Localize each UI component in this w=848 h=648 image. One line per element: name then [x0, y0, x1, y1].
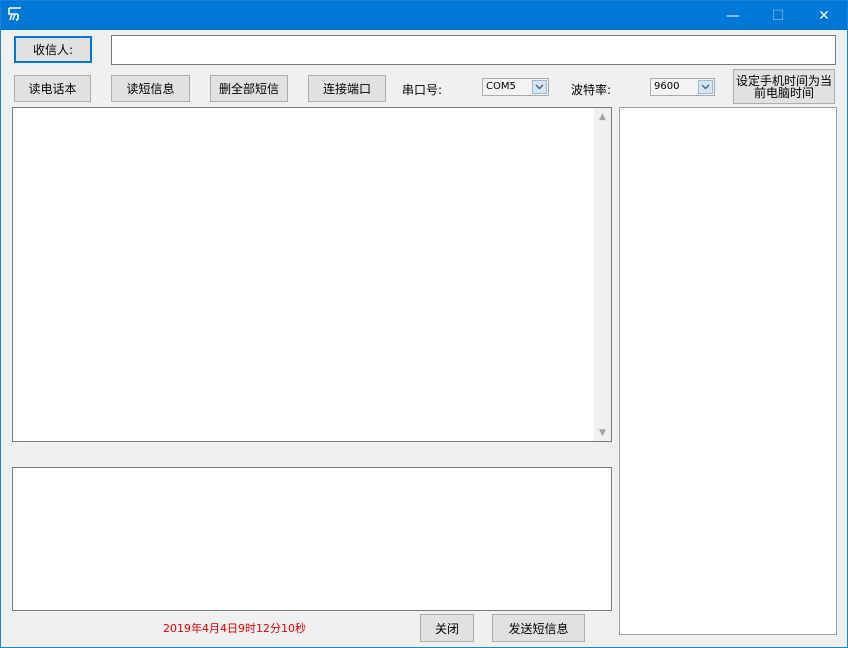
connect-port-button[interactable]: 连接端口	[308, 75, 386, 102]
recipient-button[interactable]: 收信人:	[14, 36, 92, 63]
read-sms-button[interactable]: 读短信息	[111, 75, 190, 102]
chevron-down-icon[interactable]	[698, 80, 713, 94]
minimize-button[interactable]: —	[710, 1, 756, 30]
delete-all-sms-button[interactable]: 删全部短信	[210, 75, 288, 102]
close-icon: ✕	[818, 7, 830, 24]
app-icon	[8, 7, 21, 21]
maximize-button: ☐	[755, 1, 801, 30]
scroll-down-icon[interactable]: ▼	[594, 424, 611, 441]
title-bar: — ☐ ✕	[1, 1, 847, 30]
sync-phone-time-button[interactable]: 设定手机时间为当前电脑时间	[733, 69, 835, 104]
close-button[interactable]: 关闭	[420, 614, 474, 642]
baud-label: 波特率:	[571, 83, 612, 97]
port-label: 串口号:	[402, 83, 443, 97]
main-window: — ☐ ✕ 收信人: 读电话本 读短信息 删全部短信 连接端口 串口号: COM…	[0, 0, 848, 648]
close-window-button[interactable]: ✕	[801, 1, 847, 30]
maximize-icon: ☐	[771, 7, 785, 24]
minimize-icon: —	[726, 7, 740, 24]
messages-scrollbar[interactable]: ▲ ▼	[594, 108, 611, 441]
read-phonebook-button[interactable]: 读电话本	[14, 75, 91, 102]
recipient-input[interactable]	[111, 35, 836, 65]
messages-textarea[interactable]: ▲ ▼	[12, 107, 612, 442]
scroll-up-icon[interactable]: ▲	[594, 108, 611, 125]
send-sms-button[interactable]: 发送短信息	[492, 614, 585, 642]
port-select[interactable]: COM5	[482, 78, 549, 96]
timestamp-label: 2019年4月4日9时12分10秒	[163, 622, 306, 635]
baud-select[interactable]: 9600	[650, 78, 715, 96]
port-select-value: COM5	[486, 81, 516, 92]
chevron-down-icon[interactable]	[532, 80, 547, 94]
baud-select-value: 9600	[654, 81, 680, 92]
compose-textarea[interactable]	[12, 467, 612, 611]
side-list-panel[interactable]	[619, 107, 837, 635]
